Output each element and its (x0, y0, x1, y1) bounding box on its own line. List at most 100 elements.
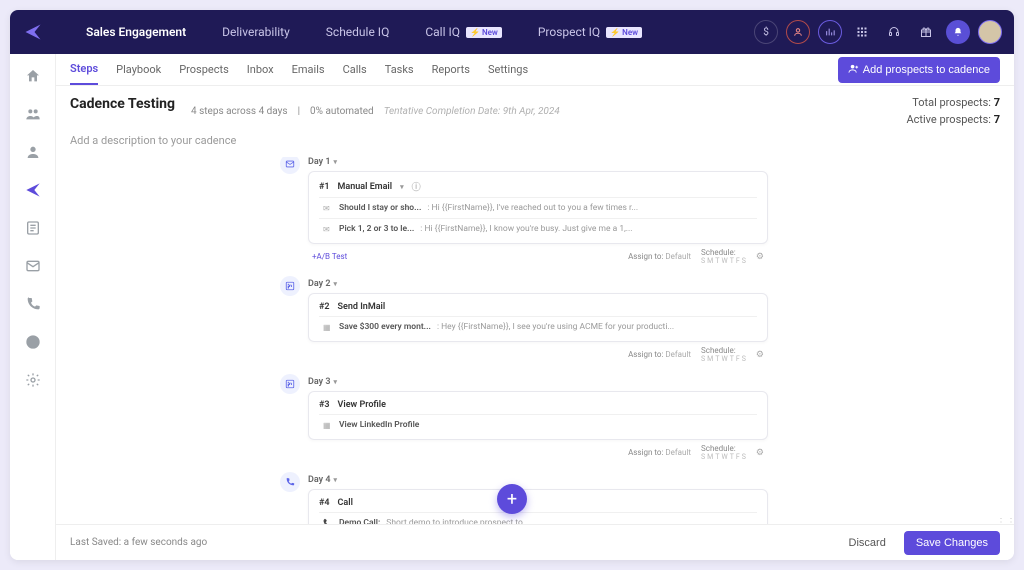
headset-icon[interactable] (882, 20, 906, 44)
topbar: Sales Engagement Deliverability Schedule… (10, 10, 1014, 54)
discard-button[interactable]: Discard (839, 531, 896, 555)
day-type-icon (280, 276, 300, 296)
chevron-down-icon: ▾ (400, 183, 404, 191)
topnav-call-iq[interactable]: Call IQ New (407, 10, 520, 54)
rail-tasks-icon[interactable] (23, 218, 43, 238)
cadence-description[interactable]: Add a description to your cadence (56, 132, 1014, 157)
tab-calls[interactable]: Calls (343, 55, 367, 84)
day-label[interactable]: Day 4 ▾ (308, 475, 1000, 485)
step-item-preview: : Hi {{FirstName}}, I've reached out to … (427, 203, 638, 213)
rail-settings-icon[interactable] (23, 370, 43, 390)
schedule-days[interactable]: SMTWTFS (701, 355, 746, 363)
tab-reports[interactable]: Reports (432, 55, 470, 84)
step-item[interactable]: ▦ Save $300 every mont... : Hey {{FirstN… (319, 316, 757, 337)
tab-inbox[interactable]: Inbox (247, 55, 274, 84)
rail-send-icon[interactable] (23, 180, 43, 200)
chevron-down-icon: ▾ (333, 158, 337, 166)
last-saved: Last Saved: a few seconds ago (70, 537, 207, 548)
step-header[interactable]: #2 Send InMail (319, 300, 757, 316)
topnav-prospect-iq[interactable]: Prospect IQ New (520, 10, 660, 54)
gear-icon[interactable]: ⚙ (756, 350, 764, 360)
chart-icon[interactable] (818, 20, 842, 44)
app-logo-icon[interactable] (22, 21, 44, 43)
gear-icon[interactable]: ⚙ (756, 252, 764, 262)
step-footer: +A/B Test Assign to: Default Schedule: S… (308, 244, 768, 265)
step-number: #3 (319, 400, 330, 410)
day-label[interactable]: Day 1 ▾ (308, 157, 1000, 167)
topnav-prospect-iq-label: Prospect IQ (538, 25, 600, 39)
chevron-down-icon: ▾ (333, 378, 337, 386)
save-button[interactable]: Save Changes (904, 531, 1000, 555)
step-title: View Profile (338, 400, 386, 410)
rail-phone-icon[interactable] (23, 294, 43, 314)
steps-container: Day 1 ▾ #1 Manual Email ▾ ⓘ ✉ Should I s… (56, 157, 1014, 560)
step-number: #4 (319, 498, 330, 508)
step-title: Call (338, 498, 353, 508)
add-user-icon (848, 63, 859, 77)
step-item[interactable]: ▦ View LinkedIn Profile (319, 414, 757, 435)
step-item-preview: : Hey {{FirstName}}, I see you're using … (437, 322, 674, 332)
chevron-down-icon: ▾ (333, 280, 337, 288)
assign-value[interactable]: Default (665, 350, 691, 359)
cadence-title: Cadence Testing (70, 96, 175, 112)
cadence-header: Cadence Testing 4 steps across 4 days | … (56, 86, 1014, 132)
info-icon[interactable]: ⓘ (412, 180, 421, 193)
step-card: #1 Manual Email ▾ ⓘ ✉ Should I stay or s… (308, 171, 768, 244)
ab-test-link[interactable]: +A/B Test (312, 252, 347, 261)
step-item[interactable]: ✉ Pick 1, 2 or 3 to le... : Hi {{FirstNa… (319, 218, 757, 239)
grid-icon[interactable] (850, 20, 874, 44)
gear-icon[interactable]: ⚙ (756, 448, 764, 458)
assign-value[interactable]: Default (665, 252, 691, 261)
step-footer: Assign to: Default Schedule: SMTWTFS ⚙ (308, 342, 768, 363)
rail-reports-icon[interactable] (23, 332, 43, 352)
rail-mail-icon[interactable] (23, 256, 43, 276)
add-step-fab[interactable]: + (497, 484, 527, 514)
step-item-preview: : Hi {{FirstName}}, I know you're busy. … (420, 224, 632, 234)
step-header[interactable]: #1 Manual Email ▾ ⓘ (319, 178, 757, 197)
active-prospects-value: 7 (994, 113, 1000, 126)
assign-value[interactable]: Default (665, 448, 691, 457)
tab-steps[interactable]: Steps (70, 54, 98, 85)
step-header[interactable]: #3 View Profile (319, 398, 757, 414)
rail-home-icon[interactable] (23, 66, 43, 86)
schedule-days[interactable]: SMTWTFS (701, 257, 746, 265)
add-prospects-button[interactable]: Add prospects to cadence (838, 57, 1000, 83)
meta-steps: 4 steps across 4 days (191, 106, 288, 117)
topnav-schedule-iq[interactable]: Schedule IQ (308, 10, 408, 54)
bottom-bar: Last Saved: a few seconds ago Discard Sa… (56, 524, 1014, 560)
step-header[interactable]: #4 Call (319, 496, 757, 512)
tab-playbook[interactable]: Playbook (116, 55, 161, 84)
topnav-call-iq-label: Call IQ (425, 25, 460, 39)
gift-icon[interactable] (914, 20, 938, 44)
rail-team-icon[interactable] (23, 104, 43, 124)
topnav-deliverability[interactable]: Deliverability (204, 10, 308, 54)
tab-settings[interactable]: Settings (488, 55, 528, 84)
notification-icon[interactable] (946, 20, 970, 44)
step-item-subject: Should I stay or sho... (339, 203, 421, 213)
step-footer: Assign to: Default Schedule: SMTWTFS ⚙ (308, 440, 768, 461)
step-item[interactable]: ✉ Should I stay or sho... : Hi {{FirstNa… (319, 197, 757, 218)
assign-label: Assign to: (628, 350, 663, 359)
step-number: #2 (319, 302, 330, 312)
schedule-label: Schedule: (701, 346, 736, 355)
step-item-icon: ▦ (323, 421, 333, 430)
avatar[interactable] (978, 20, 1002, 44)
user-icon[interactable] (786, 20, 810, 44)
add-prospects-label: Add prospects to cadence (863, 64, 990, 76)
topnav-sales-engagement[interactable]: Sales Engagement (68, 10, 204, 54)
rail-person-icon[interactable] (23, 142, 43, 162)
tab-emails[interactable]: Emails (292, 55, 325, 84)
day-type-icon (280, 157, 300, 174)
day-label[interactable]: Day 2 ▾ (308, 279, 1000, 289)
credits-icon[interactable]: $ (754, 20, 778, 44)
meta-automated: 0% automated (310, 106, 374, 117)
tab-prospects[interactable]: Prospects (179, 55, 229, 84)
step-card: #3 View Profile ▦ View LinkedIn Profile (308, 391, 768, 440)
step-item-subject: Pick 1, 2 or 3 to le... (339, 224, 414, 234)
schedule-days[interactable]: SMTWTFS (701, 453, 746, 461)
day-label[interactable]: Day 3 ▾ (308, 377, 1000, 387)
tentative-date: Tentative Completion Date: 9th Apr, 2024 (384, 106, 560, 117)
day-type-icon (280, 374, 300, 394)
step-card: #2 Send InMail ▦ Save $300 every mont...… (308, 293, 768, 342)
tab-tasks[interactable]: Tasks (385, 55, 414, 84)
